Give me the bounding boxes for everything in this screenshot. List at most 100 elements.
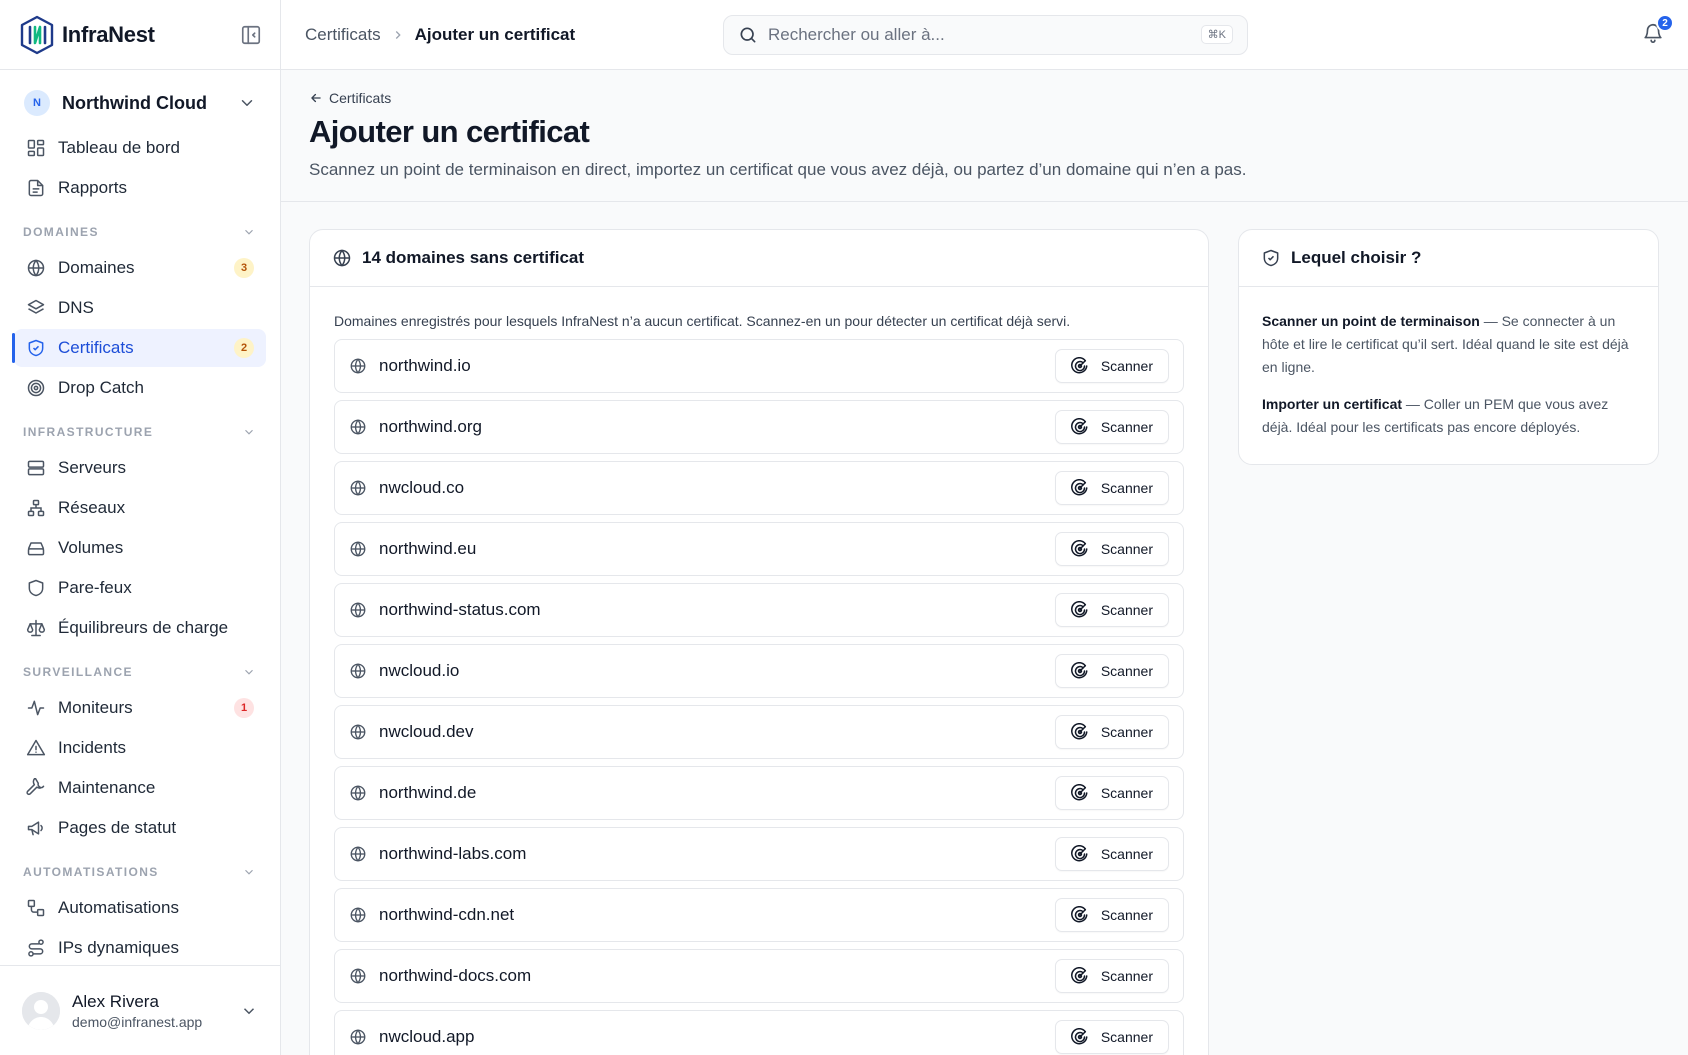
scan-button[interactable]: Scanner: [1054, 1020, 1169, 1054]
section-automations-toggle[interactable]: AUTOMATISATIONS: [14, 861, 266, 883]
sidebar-nav: Tableau de bord Rapports DOMAINES Domain…: [0, 129, 280, 967]
scan-button[interactable]: Scanner: [1054, 776, 1169, 810]
globe-icon: [350, 541, 366, 557]
notification-count-badge: 2: [1656, 14, 1674, 32]
sidebar-item-dashboard[interactable]: Tableau de bord: [14, 129, 266, 167]
scan-button-label: Scanner: [1100, 846, 1153, 862]
help-body: Scanner un point de terminaison — Se con…: [1239, 287, 1658, 439]
layers-icon: [27, 299, 45, 314]
sidebar-item-label: IPs dynamiques: [58, 938, 179, 957]
scan-button[interactable]: Scanner: [1054, 593, 1169, 627]
globe-icon: [350, 358, 366, 374]
chevron-down-icon: [245, 669, 253, 675]
scan-button-label: Scanner: [1100, 358, 1153, 374]
sidebar-item-label: Tableau de bord: [58, 138, 180, 157]
scan-radar-icon: [1070, 845, 1088, 862]
search-icon: [740, 27, 756, 43]
sidebar-item-drop-catch[interactable]: Drop Catch: [14, 369, 266, 407]
section-monitoring-toggle[interactable]: SURVEILLANCE: [14, 661, 266, 683]
sidebar: InfraNest N Northwind Cloud Tableau de b…: [0, 0, 281, 1055]
section-domains-toggle[interactable]: DOMAINES: [14, 221, 266, 243]
sidebar-item-certificates[interactable]: Certificats 2: [12, 329, 266, 367]
breadcrumb-certificates-link[interactable]: Certificats: [305, 25, 381, 45]
sidebar-item-reports[interactable]: Rapports: [14, 169, 266, 207]
globe-icon: [350, 1029, 366, 1045]
sidebar-item-incidents[interactable]: Incidents: [14, 729, 266, 767]
domain-row: northwind-status.com Scanner: [334, 583, 1184, 637]
domain-row: nwcloud.co Scanner: [334, 461, 1184, 515]
shield-icon: [28, 579, 44, 597]
network-icon: [27, 499, 45, 517]
sidebar-item-monitors[interactable]: Moniteurs 1: [14, 689, 266, 727]
sidebar-item-label: Réseaux: [58, 498, 126, 517]
sidebar-item-servers[interactable]: Serveurs: [14, 449, 266, 487]
search-input[interactable]: Rechercher ou aller à... ⌘K: [723, 14, 1248, 55]
domains-without-certificate-card: 14 domaines sans certificat Domaines enr…: [309, 229, 1209, 1055]
scan-radar-icon: [1070, 601, 1088, 618]
domain-name: northwind-status.com: [379, 600, 541, 619]
scan-button-label: Scanner: [1100, 663, 1153, 679]
notifications-button[interactable]: 2: [1642, 14, 1674, 46]
sidebar-item-volumes[interactable]: Volumes: [14, 529, 266, 567]
globe-icon: [350, 907, 366, 923]
help-term: Scanner un point de terminaison: [1262, 313, 1480, 329]
sidebar-item-dynamic-ips[interactable]: IPs dynamiques: [14, 929, 266, 967]
globe-icon: [350, 419, 366, 435]
report-icon: [28, 179, 44, 197]
globe-icon: [350, 968, 366, 984]
scan-button-label: Scanner: [1100, 602, 1153, 618]
card-intro: Domaines enregistrés pour lesquels Infra…: [334, 313, 1071, 329]
sidebar-item-label: Équilibreurs de charge: [58, 618, 229, 637]
sidebar-item-label: Pages de statut: [58, 818, 177, 837]
breadcrumb-current: Ajouter un certificat: [414, 24, 576, 44]
sidebar-item-status-pages[interactable]: Pages de statut: [14, 809, 266, 847]
globe-icon: [350, 785, 366, 801]
org-switcher[interactable]: N Northwind Cloud: [14, 83, 266, 123]
domain-row: northwind.io Scanner: [334, 339, 1184, 393]
section-infrastructure-toggle[interactable]: INFRASTRUCTURE: [14, 421, 266, 443]
megaphone-icon: [27, 821, 43, 836]
scan-button[interactable]: Scanner: [1054, 837, 1169, 871]
scan-button[interactable]: Scanner: [1054, 959, 1169, 993]
sidebar-item-maintenance[interactable]: Maintenance: [14, 769, 266, 807]
scan-button[interactable]: Scanner: [1054, 898, 1169, 932]
user-menu[interactable]: Alex Rivera demo@infranest.app: [0, 965, 280, 1055]
user-name: Alex Rivera: [72, 991, 159, 1011]
user-email: demo@infranest.app: [72, 1013, 203, 1030]
scan-button[interactable]: Scanner: [1054, 410, 1169, 444]
sidebar-item-firewalls[interactable]: Pare-feux: [14, 569, 266, 607]
domain-row: northwind.de Scanner: [334, 766, 1184, 820]
sidebar-item-domains[interactable]: Domaines 3: [14, 249, 266, 287]
sidebar-collapse-icon[interactable]: [240, 24, 262, 46]
scan-button[interactable]: Scanner: [1054, 471, 1169, 505]
scan-button[interactable]: Scanner: [1054, 349, 1169, 383]
back-link[interactable]: Certificats: [309, 90, 391, 106]
sidebar-item-automations[interactable]: Automatisations: [14, 889, 266, 927]
sidebar-item-networks[interactable]: Réseaux: [14, 489, 266, 527]
card-header: Lequel choisir ?: [1239, 230, 1658, 287]
globe-icon: [27, 259, 45, 277]
globe-icon: [350, 480, 366, 496]
domain-name: northwind.de: [379, 783, 477, 802]
activity-icon: [27, 700, 45, 716]
scan-radar-icon: [1070, 357, 1088, 374]
which-to-choose-card: Lequel choisir ? Scanner un point de ter…: [1238, 229, 1659, 465]
chevron-down-icon: [245, 869, 253, 875]
scale-icon: [26, 619, 46, 637]
scan-button[interactable]: Scanner: [1054, 715, 1169, 749]
domain-row: nwcloud.app Scanner: [334, 1010, 1184, 1055]
chevron-down-icon: [245, 429, 253, 435]
scan-button[interactable]: Scanner: [1054, 532, 1169, 566]
sidebar-item-label: Certificats: [58, 338, 134, 357]
scan-button-label: Scanner: [1100, 1029, 1153, 1045]
section-title: SURVEILLANCE: [23, 665, 133, 679]
sidebar-item-label: Volumes: [58, 538, 124, 557]
sidebar-item-label: Pare-feux: [58, 578, 132, 597]
infranest-logo[interactable]: [18, 15, 56, 55]
org-name: Northwind Cloud: [62, 92, 207, 113]
sidebar-item-dns[interactable]: DNS: [14, 289, 266, 327]
scan-button[interactable]: Scanner: [1054, 654, 1169, 688]
sidebar-item-load-balancers[interactable]: Équilibreurs de charge: [14, 609, 266, 647]
help-term: Importer un certificat: [1262, 396, 1403, 412]
breadcrumb: Certificats Ajouter un certificat: [281, 25, 723, 45]
